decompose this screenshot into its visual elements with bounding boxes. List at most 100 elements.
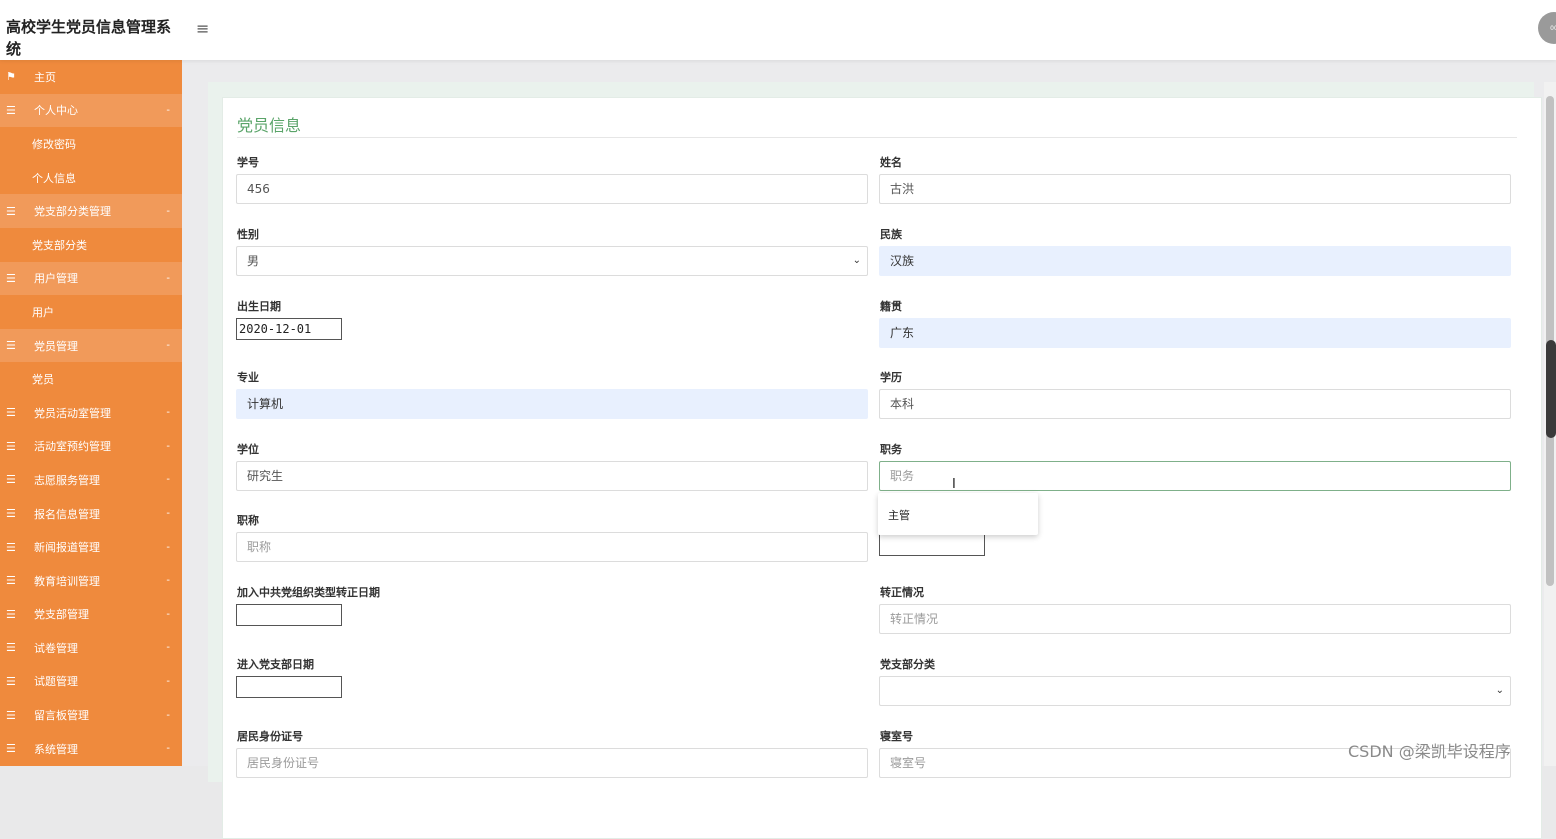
sidebar-item-label: 党支部分类管理	[34, 205, 111, 219]
chevron-down-icon: ⌄	[1495, 685, 1504, 696]
menu-icon: ☰	[6, 607, 16, 621]
member-info-form: 党员信息 学号 456 姓名 古洪 性别 男 ⌄ 民族 汉族 出生日期 2020…	[222, 97, 1542, 839]
major-input[interactable]: 计算机	[236, 389, 868, 419]
native-place-input[interactable]: 广东	[879, 318, 1511, 348]
menu-icon: ☰	[6, 339, 16, 353]
collapse-icon: -	[166, 608, 170, 620]
sidebar: ⚑ 主页 ☰ 个人中心 - 修改密码个人信息 ☰ 党支部分类管理 - 党支部分类 ☰ 用户管理 - 用户 ☰…	[0, 60, 182, 766]
sidebar-item[interactable]: ☰ 志愿服务管理 -	[0, 463, 182, 497]
form-title: 党员信息	[237, 116, 302, 135]
sidebar-item[interactable]: ☰ 党支部管理 -	[0, 597, 182, 632]
user-avatar[interactable]: 00	[1538, 12, 1556, 44]
sidebar-item-label: 党支部管理	[34, 608, 89, 622]
autocomplete-dropdown: 主管	[878, 493, 1038, 535]
ethnicity-input[interactable]: 汉族	[879, 246, 1511, 276]
gender-value: 男	[247, 254, 260, 268]
sidebar-item[interactable]: ☰ 党员活动室管理 -	[0, 395, 182, 430]
sidebar-item-label: 用户管理	[34, 272, 78, 286]
sidebar-item[interactable]: 党支部分类	[0, 228, 182, 262]
sidebar-item[interactable]: ☰ 用户管理 -	[0, 261, 182, 296]
branch-date-input[interactable]	[236, 676, 342, 698]
collapse-icon: -	[166, 340, 170, 352]
flag-icon: ⚑	[6, 70, 16, 84]
sidebar-item[interactable]: ☰ 系统管理 -	[0, 731, 182, 766]
collapse-icon: -	[166, 743, 170, 755]
text-cursor-icon: I	[952, 477, 956, 492]
job-title-input[interactable]: 职称	[236, 532, 868, 562]
collapse-icon: -	[166, 642, 170, 654]
gender-select[interactable]: 男 ⌄	[236, 246, 868, 276]
collapse-icon: -	[166, 541, 170, 553]
sidebar-item[interactable]: ☰ 党员管理 -	[0, 328, 182, 363]
ethnicity-label: 民族	[880, 228, 902, 241]
name-input[interactable]: 古洪	[879, 174, 1511, 204]
sidebar-item[interactable]: 个人信息	[0, 161, 182, 195]
student-no-input[interactable]: 456	[236, 174, 868, 204]
sidebar-item[interactable]: ⚑ 主页	[0, 60, 182, 94]
collapse-icon: -	[166, 272, 170, 284]
collapse-icon: -	[166, 508, 170, 520]
sidebar-item-label: 个人中心	[34, 104, 78, 118]
name-label: 姓名	[880, 156, 902, 169]
sidebar-item-label: 个人信息	[32, 171, 76, 185]
menu-icon: ☰	[6, 439, 16, 453]
branch-date-label: 进入党支部日期	[237, 658, 314, 671]
menu-icon: ☰	[6, 574, 16, 588]
student-no-label: 学号	[237, 156, 259, 169]
top-bar: 高校学生党员信息管理系统 ≡ 00	[0, 0, 1556, 60]
birth-date-label: 出生日期	[237, 300, 281, 313]
sidebar-item-label: 活动室预约管理	[34, 440, 111, 454]
regularization-input[interactable]: 转正情况	[879, 604, 1511, 634]
native-place-label: 籍贯	[880, 300, 902, 313]
degree-input[interactable]: 研究生	[236, 461, 868, 491]
sidebar-item-label: 主页	[34, 70, 56, 84]
sidebar-item[interactable]: ☰ 留言板管理 -	[0, 698, 182, 732]
job-title-label: 职称	[237, 514, 259, 527]
collapse-icon: -	[166, 675, 170, 687]
sidebar-item-label: 党支部分类	[32, 238, 87, 252]
menu-icon: ☰	[6, 742, 16, 756]
major-label: 专业	[237, 371, 259, 384]
collapse-icon: -	[166, 407, 170, 419]
sidebar-item-label: 用户	[32, 305, 54, 319]
id-card-input[interactable]: 居民身份证号	[236, 748, 868, 778]
sidebar-item[interactable]: 用户	[0, 295, 182, 329]
hamburger-menu-icon[interactable]: ≡	[196, 19, 209, 38]
overlay-scroll-handle[interactable]	[1546, 340, 1556, 438]
education-input[interactable]: 本科	[879, 389, 1511, 419]
menu-icon: ☰	[6, 406, 16, 420]
menu-icon: ☰	[6, 674, 16, 688]
sidebar-item-label: 试题管理	[34, 675, 78, 689]
join-date-input[interactable]	[236, 604, 342, 626]
education-label: 学历	[880, 371, 902, 384]
sidebar-item[interactable]: ☰ 党支部分类管理 -	[0, 194, 182, 228]
sidebar-item[interactable]: ☰ 活动室预约管理 -	[0, 429, 182, 464]
collapse-icon: -	[166, 474, 170, 486]
sidebar-item[interactable]: ☰ 教育培训管理 -	[0, 563, 182, 598]
position-input[interactable]: 职务	[879, 461, 1511, 491]
collapse-icon: -	[166, 104, 170, 116]
sidebar-item-label: 报名信息管理	[34, 507, 100, 521]
sidebar-item[interactable]: ☰ 个人中心 -	[0, 93, 182, 128]
sidebar-item[interactable]: ☰ 报名信息管理 -	[0, 496, 182, 531]
gender-label: 性别	[237, 228, 259, 241]
sidebar-item-label: 党员活动室管理	[34, 406, 111, 420]
hidden-date-input[interactable]	[879, 534, 985, 556]
menu-icon: ☰	[6, 473, 16, 487]
collapse-icon: -	[166, 575, 170, 587]
chevron-down-icon: ⌄	[852, 255, 861, 266]
menu-icon: ☰	[6, 708, 16, 722]
sidebar-item[interactable]: ☰ 新闻报道管理 -	[0, 530, 182, 564]
menu-icon: ☰	[6, 204, 16, 218]
sidebar-item-label: 留言板管理	[34, 709, 89, 723]
sidebar-item[interactable]: 修改密码	[0, 127, 182, 161]
sidebar-item[interactable]: ☰ 试题管理 -	[0, 664, 182, 699]
branch-category-select[interactable]: ⌄	[879, 676, 1511, 706]
sidebar-item[interactable]: ☰ 试卷管理 -	[0, 631, 182, 665]
birth-date-input[interactable]: 2020-12-01	[236, 318, 342, 340]
sidebar-item-label: 党员管理	[34, 339, 78, 353]
sidebar-item-label: 试卷管理	[34, 641, 78, 655]
sidebar-item[interactable]: 党员	[0, 362, 182, 396]
collapse-icon: -	[166, 709, 170, 721]
autocomplete-option[interactable]: 主管	[888, 507, 910, 523]
